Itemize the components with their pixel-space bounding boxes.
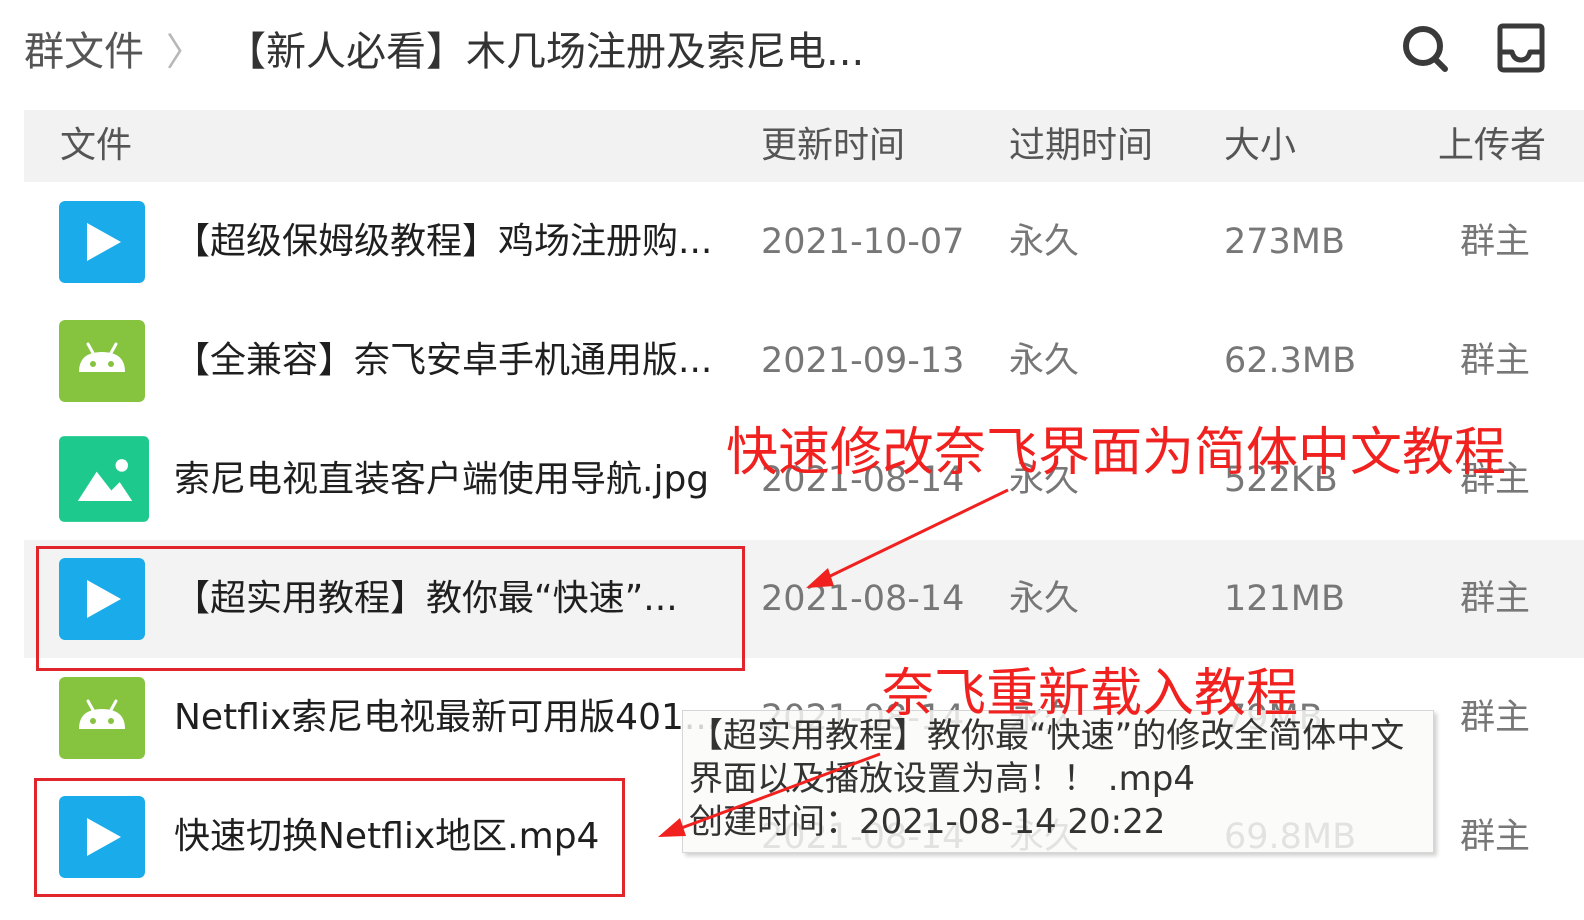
annotation-arrowhead-1 (806, 568, 834, 588)
annotation-arrow-1 (821, 488, 1009, 582)
annotation-arrows (658, 488, 1009, 837)
annotation-arrowhead-2 (658, 818, 686, 837)
annotation-arrow-2 (675, 752, 881, 832)
